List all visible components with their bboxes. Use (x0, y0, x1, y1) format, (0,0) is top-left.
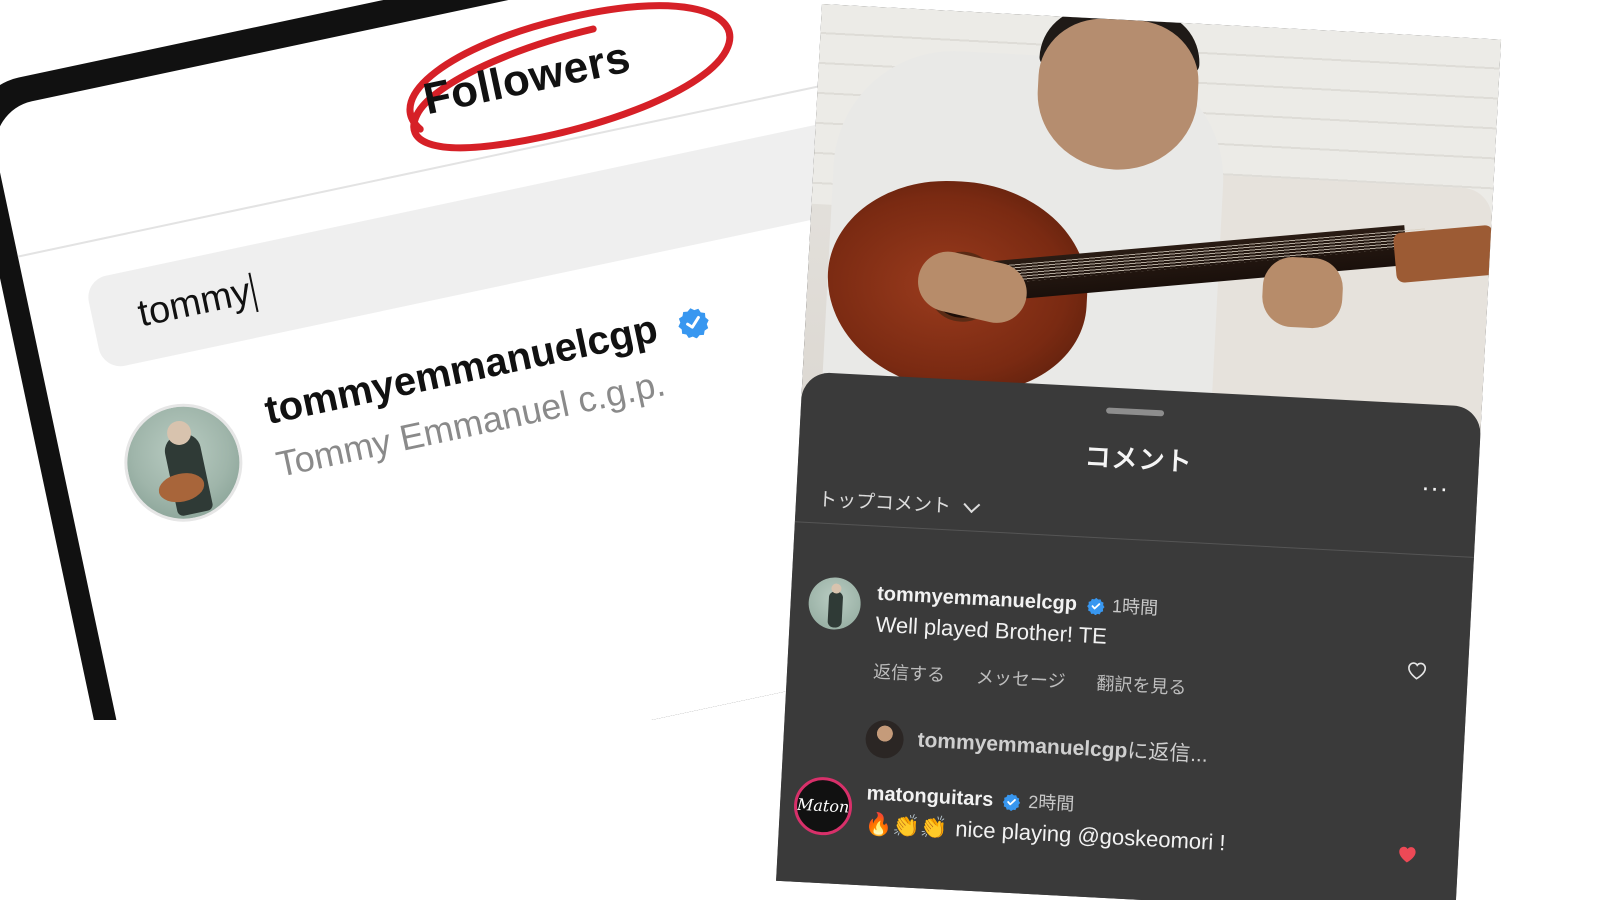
heart-filled-icon[interactable] (1396, 843, 1419, 864)
followers-screenshot: Followers tommy tommyemmanuelcgp Tommy E… (0, 0, 900, 720)
reply-suffix: に返信... (1126, 739, 1209, 767)
comments-sheet: コメント ... トップコメント tommyemmanuelcgp 1時間 We… (776, 371, 1482, 900)
comment-actions: 返信する メッセージ 翻訳を見る (873, 658, 1214, 702)
sheet-grabber-handle[interactable] (1105, 407, 1165, 417)
verified-badge-icon (678, 308, 710, 339)
comment-text: Well played Brother! TE (874, 611, 1108, 649)
comment-body: nice playing @goskeomori ! (954, 816, 1227, 856)
comments-screenshot: コメント ... トップコメント tommyemmanuelcgp 1時間 We… (776, 4, 1502, 900)
chevron-down-icon (963, 496, 981, 514)
comment-timestamp: 1時間 (1111, 596, 1159, 619)
reply-button[interactable]: 返信する (873, 662, 946, 686)
reply-username: tommyemmanuelcgp (917, 728, 1128, 763)
heart-icon[interactable] (1405, 659, 1428, 680)
maton-logo: Maton (796, 794, 850, 817)
comment-item: tommyemmanuelcgp 1時間 Well played Brother… (807, 576, 1449, 698)
comment-username[interactable]: matonguitars 2時間 (866, 779, 1075, 816)
sort-label: トップコメント (817, 489, 952, 518)
avatar[interactable] (807, 576, 862, 631)
message-button[interactable]: メッセージ (975, 667, 1066, 692)
avatar[interactable]: Maton (792, 775, 854, 837)
post-photo (801, 4, 1502, 440)
see-translation-button[interactable]: 翻訳を見る (1096, 673, 1187, 698)
comment-text: 🔥👏👏 nice playing @goskeomori ! (864, 811, 1226, 856)
collage: Followers tommy tommyemmanuelcgp Tommy E… (0, 0, 1600, 900)
divider (794, 521, 1474, 558)
avatar (864, 719, 905, 760)
emoji-reaction: 🔥👏👏 (864, 811, 948, 841)
verified-badge-icon (1086, 597, 1105, 615)
comments-title: コメント (1083, 441, 1194, 477)
reply-input[interactable]: tommyemmanuelcgpに返信... (864, 719, 1209, 775)
comment-timestamp: 2時間 (1027, 791, 1075, 815)
followers-sheet: Followers tommy tommyemmanuelcgp Tommy E… (0, 0, 900, 720)
search-value: tommy (134, 270, 259, 337)
sort-dropdown[interactable]: トップコメント (817, 484, 981, 519)
phone-frame: Followers tommy tommyemmanuelcgp Tommy E… (0, 0, 900, 720)
verified-badge-icon (1003, 793, 1021, 811)
avatar[interactable] (113, 392, 254, 533)
comment-item: Maton matonguitars 2時間 🔥👏👏 nice playing … (792, 775, 1439, 863)
more-options-icon[interactable]: ... (1421, 466, 1450, 498)
